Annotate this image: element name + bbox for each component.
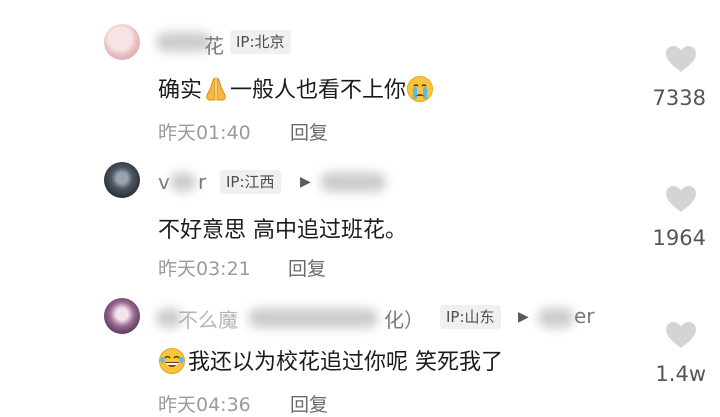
comment-text: 我还以为校花追过你呢 笑死我了 (158, 344, 503, 376)
comment-timestamp: 昨天04:36 (158, 394, 251, 416)
comment-timestamp: 昨天01:40 (158, 122, 251, 144)
reply-to-arrow-icon: ▶ (518, 309, 529, 325)
comment-timestamp: 昨天03:21 (158, 258, 251, 280)
avatar[interactable] (104, 24, 140, 60)
avatar[interactable] (104, 298, 140, 334)
username-blurred[interactable] (170, 172, 196, 192)
crying-face-icon (407, 76, 434, 102)
username-fragment[interactable]: v (158, 170, 170, 194)
reply-button[interactable]: 回复 (290, 390, 328, 417)
folded-hands-icon (206, 77, 226, 101)
comment-text: 确实 一般人也看不上你 (158, 72, 434, 104)
reply-button[interactable]: 回复 (290, 118, 328, 145)
reply-to-username-blurred[interactable] (538, 308, 574, 328)
reply-button[interactable]: 回复 (288, 254, 326, 281)
like-count: 1964 (652, 226, 706, 250)
reply-to-username-fragment[interactable]: er (574, 304, 595, 328)
ip-location-tag: IP:山东 (440, 305, 501, 329)
username-fragment[interactable]: r (198, 170, 206, 194)
avatar[interactable] (104, 162, 140, 198)
reply-to-arrow-icon: ▶ (300, 174, 311, 190)
reply-to-username-blurred[interactable] (320, 172, 386, 192)
username-fragment[interactable]: 花 (204, 30, 224, 59)
laughing-tears-face-icon (159, 348, 185, 374)
username-blurred[interactable] (248, 308, 378, 328)
like-count: 7338 (652, 86, 706, 110)
username-fragment[interactable]: 化） (384, 304, 424, 333)
heart-icon[interactable] (664, 320, 698, 350)
like-count: 1.4w (655, 362, 706, 386)
ip-location-tag: IP:北京 (230, 30, 291, 54)
comment-text: 不好意思 高中追过班花。 (158, 218, 407, 243)
ip-location-tag: IP:江西 (220, 170, 281, 194)
heart-icon[interactable] (664, 44, 698, 74)
username-fragment[interactable]: 不么魔 (178, 304, 238, 333)
heart-icon[interactable] (664, 184, 698, 214)
